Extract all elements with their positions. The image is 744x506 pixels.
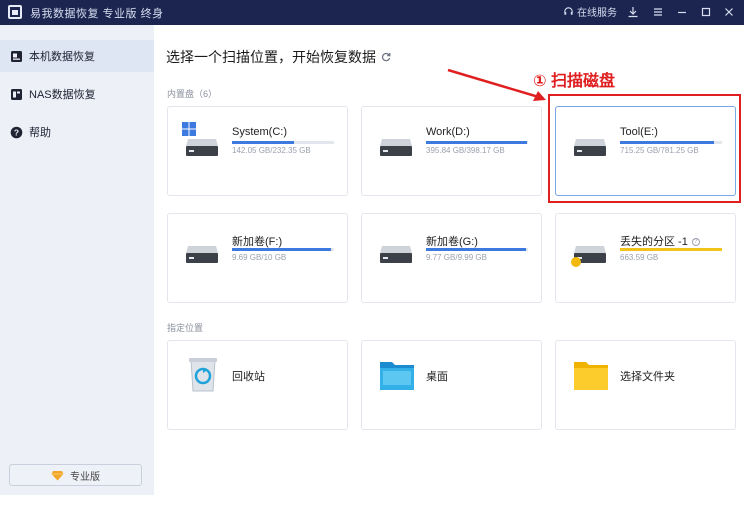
hard-drive-icon [380,139,412,156]
usage-bar [232,141,334,144]
title-bar: 易我数据恢复 专业版 终身 在线服务 [0,0,744,25]
minimize-icon [678,11,686,14]
location-card-recycle-bin[interactable]: 回收站 [167,340,348,430]
close-button[interactable] [719,3,739,21]
location-label: 选择文件夹 [620,371,675,383]
location-card-select-folder[interactable]: 选择文件夹 [555,340,736,430]
info-icon[interactable]: ? [691,238,700,247]
locations-label: 指定位置 [167,323,204,333]
svg-text:?: ? [14,127,19,137]
app-logo-icon [8,5,22,19]
recycle-bin-icon [189,358,217,392]
folder-icon [574,362,608,390]
computer-icon [10,50,23,63]
download-icon [628,7,638,18]
help-icon: ? [10,126,23,139]
location-card-desktop[interactable]: 桌面 [361,340,542,430]
drive-name: System(C:) [232,126,287,138]
maximize-button[interactable] [696,3,716,21]
annotation-label: ① 扫描磁盘 [533,73,615,90]
usage-bar [232,248,334,251]
app-title: 易我数据恢复 专业版 终身 [30,8,164,20]
drive-card-f[interactable]: 新加卷(F:) 9.69 GB/10 GB [167,213,348,303]
page-title: 选择一个扫描位置，开始恢复数据 [166,47,391,67]
drive-size: 395.84 GB/398.17 GB [426,146,505,155]
sidebar-item-local-recovery[interactable]: 本机数据恢复 [0,40,154,72]
online-service-label: 在线服务 [577,8,617,19]
nas-icon [10,88,23,101]
hard-drive-icon [186,139,218,156]
hamburger-icon [654,8,662,16]
headset-icon [564,7,573,15]
drive-name: 新加卷(G:) [426,236,478,248]
drive-card-g[interactable]: 新加卷(G:) 9.77 GB/9.99 GB [361,213,542,303]
menu-button[interactable] [648,3,668,21]
desktop-folder-icon [380,362,414,390]
drive-size: 9.77 GB/9.99 GB [426,253,487,262]
pro-edition-button[interactable]: 专业版 [9,464,142,486]
annotation-highlight-box [548,94,741,203]
online-service-link[interactable]: 在线服务 [563,4,617,19]
sidebar-item-label: 帮助 [29,127,51,139]
hard-drive-icon [380,246,412,263]
usage-bar [620,248,722,251]
upgrade-button[interactable] [623,3,643,21]
drive-size: 142.05 GB/232.35 GB [232,146,311,155]
sidebar-item-label: 本机数据恢复 [29,51,95,63]
usage-bar [426,141,528,144]
drive-name: 丢失的分区 -1 [620,236,688,248]
drive-size: 663.59 GB [620,253,659,262]
sidebar-item-nas-recovery[interactable]: NAS数据恢复 [0,78,154,110]
diamond-icon [51,470,64,480]
pro-edition-label: 专业版 [70,471,100,483]
sidebar-item-label: NAS数据恢复 [29,89,96,101]
page-title-text: 选择一个扫描位置，开始恢复数据 [166,49,376,65]
close-icon [725,8,733,16]
sidebar: 本机数据恢复 NAS数据恢复 ? 帮助 专业版 [0,25,154,495]
refresh-icon[interactable] [381,52,391,62]
drive-card-c[interactable]: System(C:) 142.05 GB/232.35 GB [167,106,348,196]
windows-icon [182,122,196,136]
lost-partition-badge [571,257,581,267]
drive-name: Work(D:) [426,126,470,138]
usage-bar [426,248,528,251]
location-label: 回收站 [232,371,265,383]
location-label: 桌面 [426,371,448,383]
drive-size: 9.69 GB/10 GB [232,253,287,262]
maximize-icon [701,7,711,17]
minimize-button[interactable] [672,3,692,21]
hard-drive-icon [186,246,218,263]
sidebar-item-help[interactable]: ? 帮助 [0,116,154,148]
drive-card-lost-partition[interactable]: 丢失的分区 -1? 663.59 GB [555,213,736,303]
drive-name: 新加卷(F:) [232,236,283,248]
drive-card-d[interactable]: Work(D:) 395.84 GB/398.17 GB [361,106,542,196]
drive-name-container: 丢失的分区 -1? [620,233,700,249]
internal-disks-label: 内置盘（6） [167,89,218,99]
